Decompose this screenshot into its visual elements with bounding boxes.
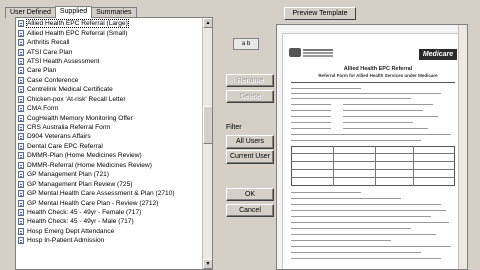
list-item[interactable]: Arthritis Recall: [16, 38, 203, 47]
template-list-items: Allied Health EPC Referral (Large) Allied…: [16, 19, 203, 246]
list-item-label: GP Management Plan (721): [27, 171, 109, 179]
scroll-up-button[interactable]: ▲: [203, 18, 212, 28]
list-item[interactable]: Hosp Emerg Dept Attendance: [16, 227, 203, 236]
document-icon: [18, 180, 24, 188]
list-item-label: CogHealth Memory Monitoring Offer: [27, 114, 133, 122]
document-icon: [18, 76, 24, 84]
delete-button[interactable]: Delete: [226, 90, 274, 103]
government-header-lines: [303, 49, 333, 51]
list-item-label: Health Check: 45 - 49yr - Male (717): [27, 218, 134, 226]
list-item[interactable]: Health Check: 45 - 49yr - Male (717): [16, 217, 203, 226]
document-icon: [18, 67, 24, 75]
list-item[interactable]: ATSI Care Plan: [16, 47, 203, 56]
preview-title: Allied Health EPC Referral: [343, 66, 413, 72]
list-item[interactable]: DMMR-Plan (Home Medicines Review): [16, 151, 203, 160]
preview-page: Medicare Allied Health EPC Referral Refe…: [282, 33, 462, 269]
list-item[interactable]: CogHealth Memory Monitoring Offer: [16, 113, 203, 122]
document-icon: [18, 86, 24, 94]
document-icon: [18, 57, 24, 65]
document-icon: [18, 190, 24, 198]
preview-template-button[interactable]: Preview Template: [284, 7, 356, 20]
list-item[interactable]: GP Mental Health Care Assessment & Plan …: [16, 189, 203, 198]
list-item-label: D904 Veterans Affairs: [27, 133, 91, 141]
document-icon: [18, 48, 24, 56]
document-icon: [18, 237, 24, 245]
document-icon: [18, 133, 24, 141]
government-crest-icon: [289, 48, 301, 57]
document-icon: [18, 208, 24, 216]
list-item[interactable]: Chicken-pox 'At-risk' Recall Letter: [16, 95, 203, 104]
document-icon: [18, 161, 24, 169]
current-user-button[interactable]: Current User: [226, 150, 274, 164]
list-item[interactable]: CMA Form: [16, 104, 203, 113]
list-item-label: Hosp Emerg Dept Attendance: [27, 227, 115, 235]
list-item-label: Chicken-pox 'At-risk' Recall Letter: [27, 95, 126, 103]
document-icon: [18, 218, 24, 226]
medicare-logo: Medicare: [419, 49, 457, 60]
document-icon: [18, 199, 24, 207]
list-item-label: GP Management Plan Review (725): [27, 180, 133, 188]
document-icon: [18, 39, 24, 47]
list-item-label: Allied Health EPC Referral (Large): [26, 19, 129, 29]
list-item[interactable]: Care Plan: [16, 66, 203, 75]
list-item-label: Case Conference: [27, 76, 79, 84]
list-item-label: DMMR-Plan (Home Medicines Review): [27, 152, 142, 160]
document-icon: [18, 124, 24, 132]
list-item-label: Hosp In-Patient Admission: [27, 237, 105, 245]
template-list[interactable]: Allied Health EPC Referral (Large) Allied…: [15, 17, 213, 270]
list-item[interactable]: GP Management Plan Review (725): [16, 179, 203, 188]
document-icon: [18, 171, 24, 179]
ok-button[interactable]: OK: [226, 188, 274, 201]
document-icon: [18, 20, 24, 28]
list-item[interactable]: CRS Australia Referral Form: [16, 123, 203, 132]
filter-label: Filter: [226, 124, 242, 131]
list-item-label: ATSI Care Plan: [27, 48, 73, 56]
list-item-label: Care Plan: [27, 67, 57, 75]
list-item-label: Health Check: 45 - 49yr - Female (717): [27, 208, 142, 216]
list-item[interactable]: Hosp In-Patient Admission: [16, 236, 203, 245]
list-item-label: Dental Care EPC Referral: [27, 142, 103, 150]
preview-subtitle: Referral Form for Allied Health Services…: [318, 73, 438, 78]
list-item-label: CRS Australia Referral Form: [27, 124, 111, 132]
document-icon: [18, 29, 24, 37]
list-item-label: GP Mental Health Care Assessment & Plan …: [27, 190, 175, 198]
list-item-label: DMMR-Referral (Home Medicines Review): [27, 161, 152, 169]
document-icon: [18, 105, 24, 113]
list-item-label: Allied Health EPC Referral (Small): [27, 29, 128, 37]
rename-button[interactable]: Rename: [226, 74, 274, 87]
template-preview: Medicare Allied Health EPC Referral Refe…: [276, 24, 468, 270]
rename-icon-text: a b: [241, 41, 251, 47]
list-item[interactable]: D904 Veterans Affairs: [16, 132, 203, 141]
document-icon: [18, 142, 24, 150]
list-item-label: Arthritis Recall: [27, 39, 70, 47]
document-icon: [18, 95, 24, 103]
list-item-label: CMA Form: [27, 105, 59, 113]
list-item-label: ATSI Health Assessment: [27, 57, 100, 65]
rename-icon: a b: [233, 38, 259, 50]
list-item-label: GP Mental Health Care Plan - Review (271…: [27, 199, 159, 207]
document-icon: [18, 152, 24, 160]
list-scrollbar[interactable]: ▲ ▼: [202, 18, 212, 269]
list-item[interactable]: ATSI Health Assessment: [16, 57, 203, 66]
document-icon: [18, 227, 24, 235]
list-item[interactable]: Allied Health EPC Referral (Large): [16, 19, 203, 29]
list-item[interactable]: Health Check: 45 - 49yr - Female (717): [16, 208, 203, 217]
list-item[interactable]: GP Mental Health Care Plan - Review (271…: [16, 198, 203, 207]
cancel-button[interactable]: Cancel: [226, 204, 274, 217]
list-item[interactable]: GP Management Plan (721): [16, 170, 203, 179]
list-item[interactable]: Allied Health EPC Referral (Small): [16, 28, 203, 37]
list-item-label: Centrelink Medical Certificate: [27, 86, 113, 94]
scroll-thumb[interactable]: [203, 106, 212, 144]
all-users-button[interactable]: All Users: [226, 135, 274, 149]
list-item[interactable]: DMMR-Referral (Home Medicines Review): [16, 161, 203, 170]
scroll-down-button[interactable]: ▼: [203, 259, 212, 269]
document-icon: [18, 114, 24, 122]
list-item[interactable]: Case Conference: [16, 76, 203, 85]
tab-supplied[interactable]: Supplied: [54, 6, 93, 18]
preview-scrollbar[interactable]: [458, 25, 467, 269]
list-item[interactable]: Centrelink Medical Certificate: [16, 85, 203, 94]
list-item[interactable]: Dental Care EPC Referral: [16, 142, 203, 151]
